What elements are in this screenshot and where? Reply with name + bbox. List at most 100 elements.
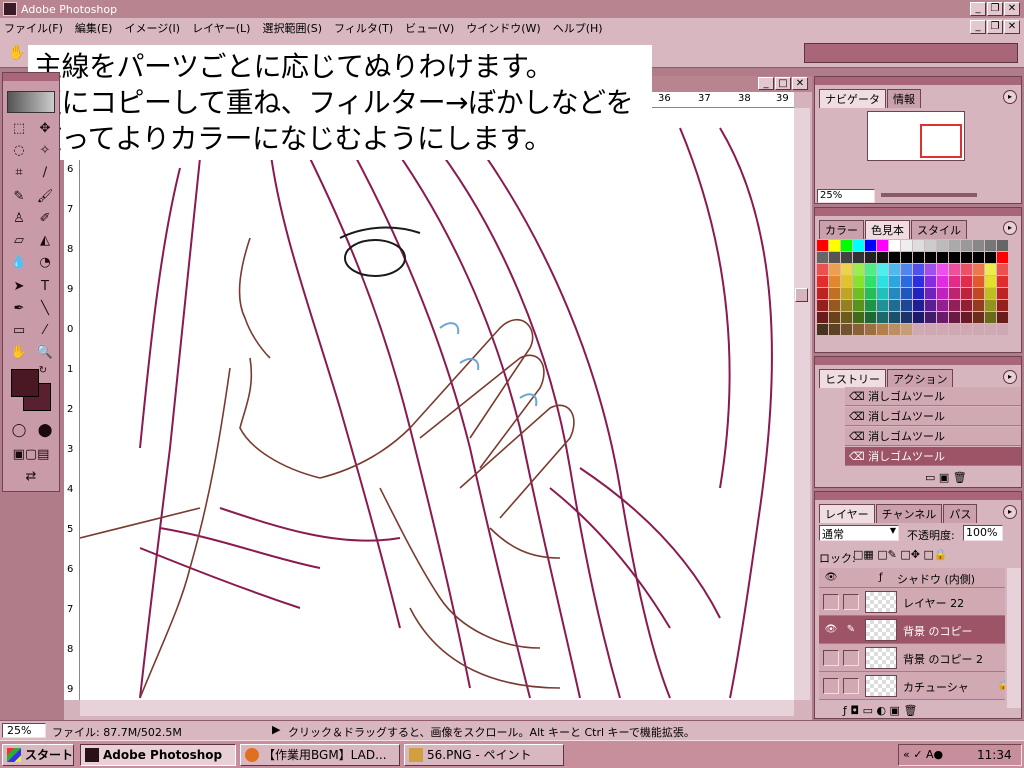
status-zoom-field[interactable]: 25%	[2, 723, 46, 738]
color-swatch[interactable]	[865, 276, 876, 287]
color-swatch[interactable]	[829, 240, 840, 251]
menu-layer[interactable]: レイヤー(L)	[192, 20, 250, 36]
tab-swatches[interactable]: 色見本	[865, 220, 910, 239]
color-swatch[interactable]	[973, 276, 984, 287]
color-swatch[interactable]	[817, 300, 828, 311]
history-item[interactable]: ⌫ 消しゴムツール	[845, 427, 1021, 446]
color-swatch[interactable]	[853, 288, 864, 299]
color-swatch[interactable]	[817, 324, 828, 335]
document-maximize-button[interactable]: □	[775, 77, 791, 90]
screen-mode-icons[interactable]: ▣▢▤	[7, 445, 55, 467]
menu-window[interactable]: ウインドウ(W)	[466, 20, 540, 36]
color-swatch[interactable]	[841, 300, 852, 311]
color-swatch[interactable]	[937, 312, 948, 323]
tab-navigator[interactable]: ナビゲータ	[819, 89, 886, 108]
type-tool-icon[interactable]: T	[33, 277, 57, 299]
color-swatch[interactable]	[985, 300, 996, 311]
color-swatch[interactable]	[949, 324, 960, 335]
menu-filter[interactable]: フィルタ(T)	[334, 20, 393, 36]
tab-styles[interactable]: スタイル	[911, 220, 967, 239]
color-swatch[interactable]	[997, 288, 1008, 299]
color-swatch[interactable]	[901, 276, 912, 287]
history-item[interactable]: ⌫ 消しゴムツール	[845, 387, 1021, 406]
color-swatch[interactable]	[913, 288, 924, 299]
color-swatch[interactable]	[829, 300, 840, 311]
layer-effect-row[interactable]: 👁 ƒ シャドウ (内側)	[819, 568, 1005, 588]
color-swatch[interactable]	[901, 288, 912, 299]
color-swatch[interactable]	[889, 264, 900, 275]
color-swatch[interactable]	[817, 264, 828, 275]
color-swatch[interactable]	[985, 324, 996, 335]
color-swatch[interactable]	[913, 240, 924, 251]
color-swatch[interactable]	[925, 240, 936, 251]
color-swatch[interactable]	[937, 300, 948, 311]
color-swatch[interactable]	[997, 300, 1008, 311]
color-swatch[interactable]	[853, 324, 864, 335]
jump-to-imageready-icon[interactable]: ⇄	[7, 467, 55, 489]
color-swatch[interactable]	[853, 264, 864, 275]
color-swatch[interactable]	[901, 240, 912, 251]
menu-image[interactable]: イメージ(I)	[124, 20, 180, 36]
color-swatch[interactable]	[925, 312, 936, 323]
color-swatch[interactable]	[925, 252, 936, 263]
link-toggle[interactable]	[843, 594, 859, 610]
color-swatch[interactable]	[865, 312, 876, 323]
panel-menu-button[interactable]: ▸	[1003, 370, 1017, 384]
color-swatch[interactable]	[925, 276, 936, 287]
bucket-tool-icon[interactable]: ◭	[33, 231, 57, 253]
standard-mode-icon[interactable]: ◯	[7, 421, 31, 443]
link-toggle[interactable]	[843, 678, 859, 694]
eye-icon[interactable]: 👁	[823, 622, 839, 638]
magic-wand-tool-icon[interactable]: ✧	[33, 141, 57, 163]
color-swatch[interactable]	[949, 312, 960, 323]
color-swatch[interactable]	[877, 276, 888, 287]
lasso-tool-icon[interactable]: ◌	[7, 141, 31, 163]
panel-menu-button[interactable]: ▸	[1003, 221, 1017, 235]
panel-menu-button[interactable]: ▸	[1003, 505, 1017, 519]
color-swatch[interactable]	[937, 240, 948, 251]
pen-tool-icon[interactable]: ✒	[7, 299, 31, 321]
color-swatch[interactable]	[937, 324, 948, 335]
menu-file[interactable]: ファイル(F)	[4, 20, 63, 36]
color-swatch[interactable]	[901, 252, 912, 263]
color-swatch[interactable]	[961, 312, 972, 323]
color-swatch[interactable]	[913, 324, 924, 335]
lock-options-icons[interactable]: □▦ □✎ □✥ □🔒	[853, 548, 948, 561]
color-swatch[interactable]	[889, 300, 900, 311]
color-swatch[interactable]	[877, 312, 888, 323]
tab-color[interactable]: カラー	[819, 220, 864, 239]
move-tool-icon[interactable]: ✥	[33, 119, 57, 141]
color-swatch[interactable]	[925, 324, 936, 335]
color-swatch[interactable]	[961, 300, 972, 311]
hand-tool-icon[interactable]: ✋	[6, 43, 28, 63]
navigator-zoom-field[interactable]: 25%	[817, 189, 875, 203]
layer-row-selected[interactable]: 👁 ✎ 背景 のコピー	[819, 616, 1005, 644]
menu-edit[interactable]: 編集(E)	[75, 20, 113, 36]
taskbar-app-photoshop[interactable]: Adobe Photoshop	[80, 744, 236, 766]
blend-mode-select[interactable]: 通常 ▼	[819, 525, 899, 541]
color-swatch[interactable]	[913, 276, 924, 287]
color-swatch[interactable]	[877, 252, 888, 263]
color-swatch[interactable]	[829, 264, 840, 275]
color-swatch[interactable]	[961, 288, 972, 299]
color-swatch[interactable]	[889, 312, 900, 323]
color-swatch[interactable]	[997, 240, 1008, 251]
color-swatch[interactable]	[889, 252, 900, 263]
color-swatch[interactable]	[925, 264, 936, 275]
color-swatch[interactable]	[913, 252, 924, 263]
color-swatch[interactable]	[961, 264, 972, 275]
layer-row[interactable]: カチューシャ 🔒	[819, 672, 1005, 700]
color-swatch[interactable]	[853, 252, 864, 263]
color-swatch[interactable]	[817, 288, 828, 299]
color-swatch[interactable]	[961, 276, 972, 287]
slice-tool-icon[interactable]: ∕	[33, 163, 57, 185]
visibility-toggle[interactable]	[823, 678, 839, 694]
tab-actions[interactable]: アクション	[887, 369, 954, 388]
color-swatch[interactable]	[985, 288, 996, 299]
color-swatch[interactable]	[985, 240, 996, 251]
color-swatch[interactable]	[949, 276, 960, 287]
history-brush-icon[interactable]: ✐	[33, 209, 57, 231]
vertical-scroll-thumb[interactable]	[795, 288, 808, 302]
color-swatch[interactable]	[961, 240, 972, 251]
navigator-view-box[interactable]	[920, 124, 962, 158]
